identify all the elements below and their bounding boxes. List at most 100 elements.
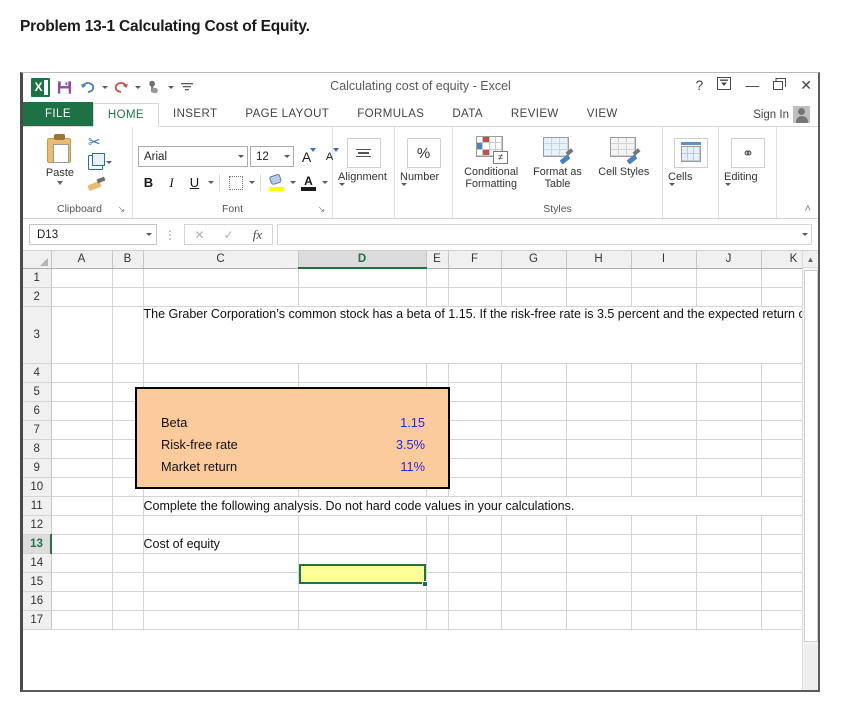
cell-f9[interactable] [448,458,501,477]
cell-j5[interactable] [696,382,761,401]
cell-i10[interactable] [631,477,696,496]
cell-b13[interactable] [112,534,143,553]
conditional-formatting-button[interactable]: ≠ Conditional Formatting [458,134,524,191]
column-header-c[interactable]: C [143,251,298,268]
cell-h17[interactable] [566,610,631,629]
cell-f12[interactable] [448,515,501,534]
row-header-12[interactable]: 12 [23,515,51,534]
cell-j17[interactable] [696,610,761,629]
column-header-g[interactable]: G [501,251,566,268]
cell-e15[interactable] [426,572,448,591]
row-header-1[interactable]: 1 [23,268,51,287]
cell-b17[interactable] [112,610,143,629]
cell-c11-instruction[interactable]: Complete the following analysis. Do not … [143,496,818,515]
row-header-6[interactable]: 6 [23,401,51,420]
column-header-h[interactable]: H [566,251,631,268]
collapse-ribbon-icon[interactable]: ˄ [805,203,811,215]
cell-i1[interactable] [631,268,696,287]
cell-e1[interactable] [426,268,448,287]
cell-i17[interactable] [631,610,696,629]
cell-h7[interactable] [566,420,631,439]
fill-color-button[interactable] [266,172,287,193]
vertical-scrollbar[interactable]: ▲ [802,251,818,690]
cell-g12[interactable] [501,515,566,534]
row-header-4[interactable]: 4 [23,363,51,382]
ribbon-display-options-icon[interactable] [717,77,731,92]
borders-dropdown-icon[interactable] [249,181,255,184]
cell-a11[interactable] [51,496,112,515]
underline-dropdown-icon[interactable] [208,181,214,184]
cell-d12[interactable] [298,515,426,534]
cell-h15[interactable] [566,572,631,591]
cell-a5[interactable] [51,382,112,401]
cell-d1[interactable] [298,268,426,287]
cell-i16[interactable] [631,591,696,610]
assumption-row-market-return[interactable]: Market return 11% [135,455,450,477]
tab-formulas[interactable]: FORMULAS [343,102,438,126]
column-header-b[interactable]: B [112,251,143,268]
table-row[interactable]: 17 [23,610,818,629]
alignment-button[interactable] [347,138,381,168]
cell-c4[interactable] [143,363,298,382]
clipboard-dialog-launcher-icon[interactable]: ↘ [117,204,125,215]
avatar[interactable] [793,106,810,123]
help-icon[interactable]: ? [695,78,703,92]
cell-j15[interactable] [696,572,761,591]
cell-f7[interactable] [448,420,501,439]
cell-h13[interactable] [566,534,631,553]
cell-e16[interactable] [426,591,448,610]
cell-a3[interactable] [51,306,112,363]
cell-g4[interactable] [501,363,566,382]
number-dropdown-icon[interactable] [401,183,407,186]
cell-b3[interactable] [112,306,143,363]
cell-c17[interactable] [143,610,298,629]
scroll-up-button[interactable]: ▲ [803,251,818,268]
row-header-13[interactable]: 13 [23,534,51,553]
table-row[interactable]: 1 [23,268,818,287]
cell-a7[interactable] [51,420,112,439]
cell-f16[interactable] [448,591,501,610]
font-dialog-launcher-icon[interactable]: ↘ [317,204,325,215]
cell-h16[interactable] [566,591,631,610]
cell-j13[interactable] [696,534,761,553]
formula-input[interactable] [277,224,812,245]
cell-h5[interactable] [566,382,631,401]
italic-button[interactable]: I [161,172,182,193]
table-row[interactable]: 2 [23,287,818,306]
cell-e4[interactable] [426,363,448,382]
cell-e17[interactable] [426,610,448,629]
cell-f2[interactable] [448,287,501,306]
cell-g5[interactable] [501,382,566,401]
row-header-3[interactable]: 3 [23,306,51,363]
cell-a17[interactable] [51,610,112,629]
format-as-table-button[interactable]: Format as Table [524,134,590,191]
row-header-11[interactable]: 11 [23,496,51,515]
cell-g15[interactable] [501,572,566,591]
cell-a9[interactable] [51,458,112,477]
tab-view[interactable]: VIEW [573,102,632,126]
copy-dropdown-icon[interactable] [106,161,112,164]
cell-j1[interactable] [696,268,761,287]
cell-i7[interactable] [631,420,696,439]
cell-i15[interactable] [631,572,696,591]
cell-e2[interactable] [426,287,448,306]
assumption-row-beta[interactable]: Beta 1.15 [135,411,450,433]
fill-color-dropdown-icon[interactable] [290,181,296,184]
column-header-f[interactable]: F [448,251,501,268]
scrollbar-thumb[interactable] [804,270,818,642]
cell-a10[interactable] [51,477,112,496]
name-box-dropdown-icon[interactable] [146,233,152,236]
cell-j6[interactable] [696,401,761,420]
cell-d17[interactable] [298,610,426,629]
paste-dropdown-icon[interactable] [57,181,63,185]
scrollbar-track[interactable] [804,644,818,690]
row-header-5[interactable]: 5 [23,382,51,401]
cell-j2[interactable] [696,287,761,306]
cell-f14[interactable] [448,553,501,572]
tab-file[interactable]: FILE [23,102,93,126]
row-header-9[interactable]: 9 [23,458,51,477]
font-size-combo[interactable]: 12 [250,146,294,167]
cell-f13[interactable] [448,534,501,553]
cell-g10[interactable] [501,477,566,496]
cell-f4[interactable] [448,363,501,382]
